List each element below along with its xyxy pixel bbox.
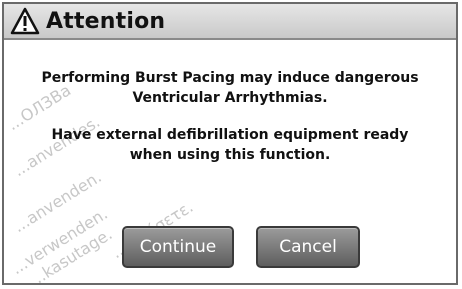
dialog-message-warning: Performing Burst Pacing may induce dange… (16, 68, 444, 108)
dialog-body: ...ОЛЗВа ...anvendes. ...anvenden. ...ve… (4, 40, 456, 283)
attention-dialog: Attention ...ОЛЗВа ...anvendes. ...anven… (2, 2, 458, 285)
message-line: Performing Burst Pacing may induce dange… (41, 70, 419, 86)
dialog-message-instruction: Have external defibrillation equipment r… (16, 125, 444, 165)
warning-triangle-icon (10, 7, 40, 35)
message-line: when using this function. (129, 147, 331, 163)
message-line: Ventricular Arrhythmias. (132, 90, 328, 106)
continue-button[interactable]: Continue (122, 226, 234, 268)
dialog-titlebar: Attention (4, 4, 456, 40)
dialog-title: Attention (46, 8, 166, 34)
cancel-button[interactable]: Cancel (256, 226, 360, 268)
message-line: Have external defibrillation equipment r… (51, 127, 409, 143)
